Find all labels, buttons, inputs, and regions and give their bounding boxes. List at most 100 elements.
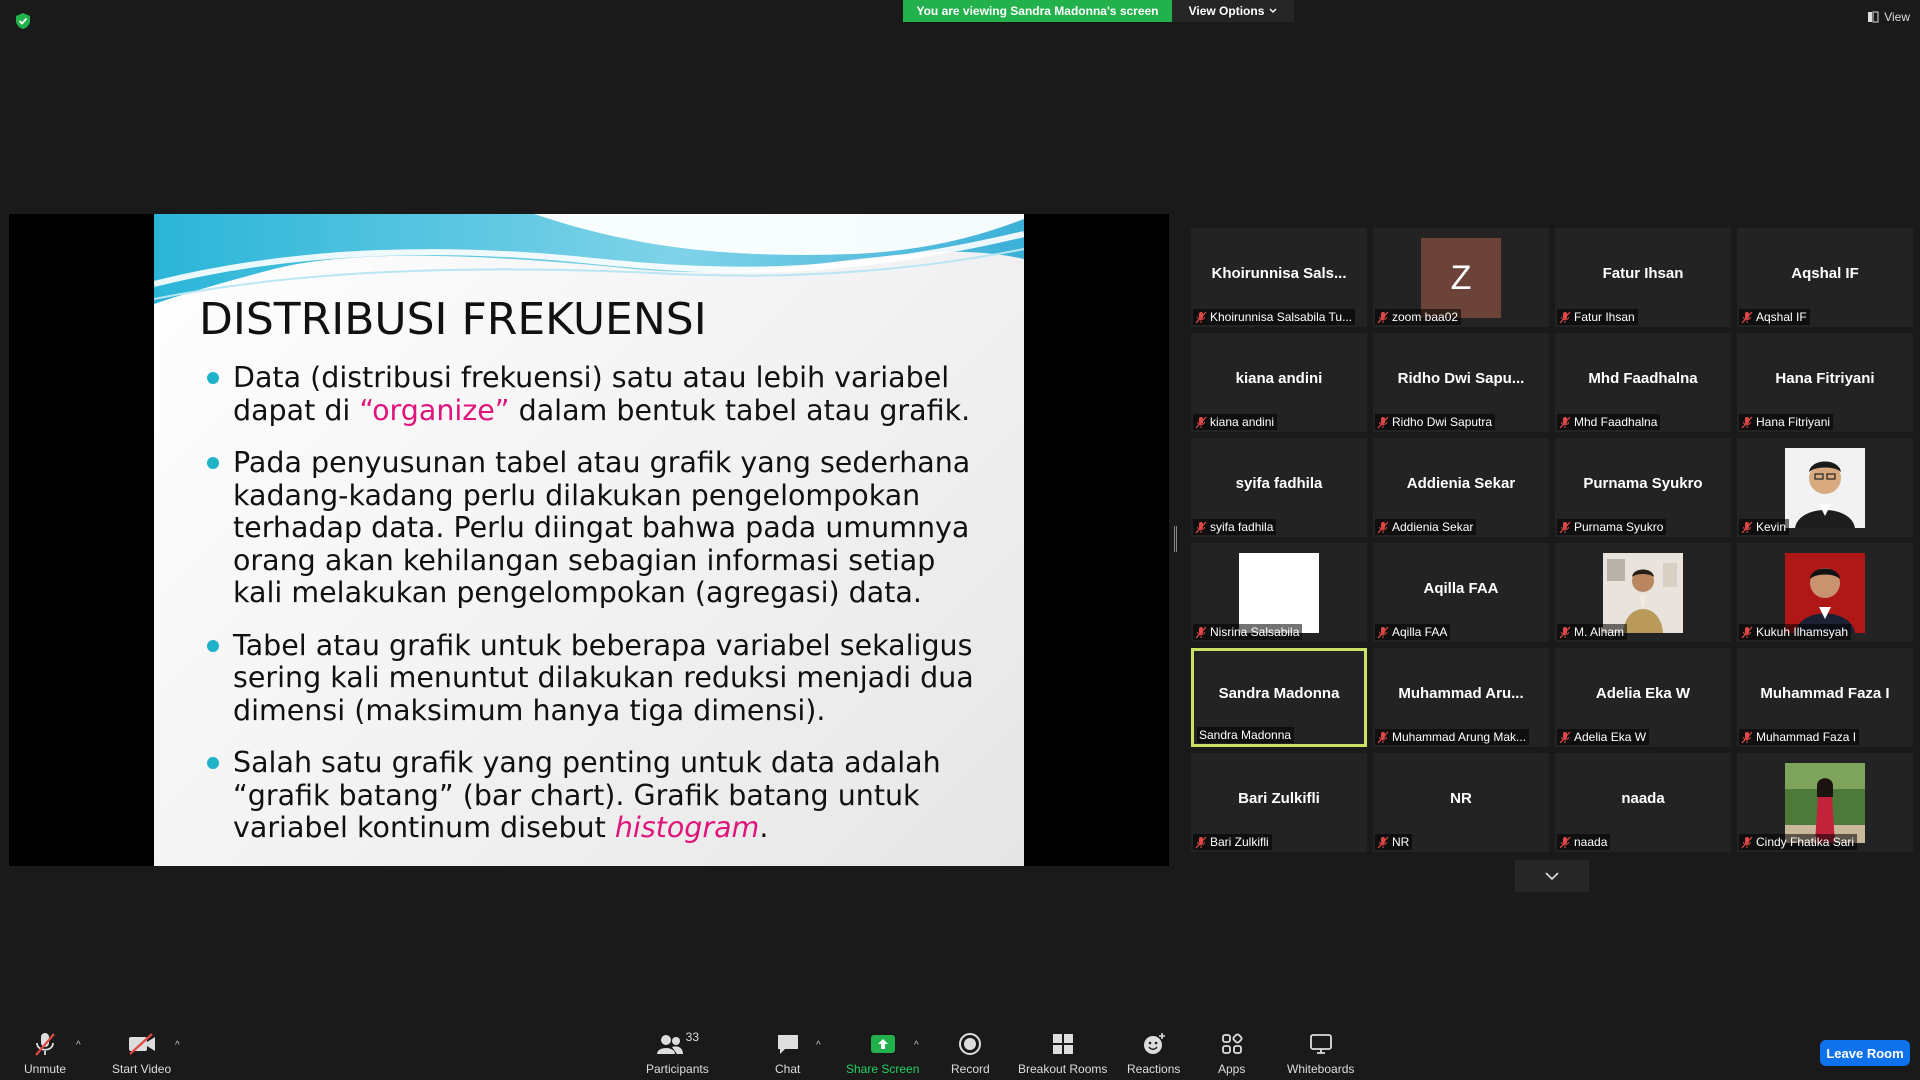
gallery-next-page-button[interactable] — [1515, 860, 1589, 892]
participant-label: Fatur Ihsan — [1557, 309, 1638, 325]
whiteboard-icon — [1309, 1034, 1332, 1054]
participant-tile[interactable]: Aqshal IF Aqshal IF — [1737, 228, 1913, 327]
bullet-dot — [207, 639, 219, 652]
participant-tile[interactable]: M. Alham — [1555, 543, 1731, 642]
participant-tile[interactable]: Muhammad Faza I Muhammad Faza I — [1737, 648, 1913, 747]
participant-tile[interactable]: Cindy Fhatika Sari — [1737, 753, 1913, 852]
record-button[interactable]: Record — [951, 1030, 990, 1076]
mic-muted-icon — [1195, 836, 1207, 848]
participant-display-name: Muhammad Faza I — [1760, 685, 1890, 702]
participant-tile[interactable]: Nisrina Salsabila — [1191, 543, 1367, 642]
chevron-down-icon — [1545, 871, 1559, 880]
whiteboards-button[interactable]: Whiteboards — [1287, 1030, 1354, 1076]
unmute-button[interactable]: Unmute — [24, 1030, 66, 1076]
security-shield-icon[interactable] — [14, 12, 32, 30]
participant-tile[interactable]: Aqilla FAA Aqilla FAA — [1373, 543, 1549, 642]
apps-icon — [1221, 1033, 1243, 1054]
participant-tile[interactable]: Purnama Syukro Purnama Syukro — [1555, 438, 1731, 537]
mic-muted-icon — [1741, 836, 1753, 848]
participant-tile[interactable]: Adelia Eka W Adelia Eka W — [1555, 648, 1731, 747]
participant-display-name: Aqshal IF — [1791, 265, 1859, 282]
grid-view-icon — [1868, 11, 1879, 23]
participant-tile[interactable]: Muhammad Aru... Muhammad Arung Mak... — [1373, 648, 1549, 747]
participant-label: kiana andini — [1193, 414, 1278, 430]
breakout-rooms-button[interactable]: Breakout Rooms — [1018, 1030, 1107, 1076]
participants-icon — [656, 1035, 683, 1054]
participant-tile[interactable]: Bari Zulkifli Bari Zulkifli — [1191, 753, 1367, 852]
participant-label: Aqshal IF — [1739, 309, 1810, 325]
mic-muted-icon — [1559, 836, 1571, 848]
participant-tile[interactable]: Hana Fitriyani Hana Fitriyani — [1737, 333, 1913, 432]
participant-label: Sandra Madonna — [1197, 727, 1295, 743]
participant-tile[interactable]: Kevin — [1737, 438, 1913, 537]
participant-tile[interactable]: Addienia Sekar Addienia Sekar — [1373, 438, 1549, 537]
participant-tile-active-speaker[interactable]: Sandra Madonna Sandra Madonna — [1191, 648, 1367, 747]
participant-label: M. Alham — [1557, 624, 1628, 640]
chat-bubble-icon — [777, 1035, 798, 1054]
participant-label: Purnama Syukro — [1557, 519, 1667, 535]
participant-tile[interactable]: Khoirunnisa Sals... Khoirunnisa Salsabil… — [1191, 228, 1367, 327]
mic-muted-icon — [1377, 731, 1389, 743]
chat-button[interactable]: Chat — [775, 1030, 800, 1076]
mic-muted-icon — [1559, 416, 1571, 428]
participant-tile[interactable]: kiana andini kiana andini — [1191, 333, 1367, 432]
mic-muted-icon — [1377, 521, 1389, 533]
panel-resize-handle[interactable] — [1174, 526, 1177, 552]
view-button[interactable]: View — [1867, 10, 1910, 24]
participant-label: zoom baa02 — [1375, 309, 1462, 325]
video-camera-off-icon — [128, 1033, 155, 1055]
participant-tile[interactable]: syifa fadhila syifa fadhila — [1191, 438, 1367, 537]
mic-muted-icon — [1377, 311, 1389, 323]
mic-muted-icon — [1195, 416, 1207, 428]
participant-label: Adelia Eka W — [1557, 729, 1650, 745]
reactions-button[interactable]: Reactions — [1127, 1030, 1180, 1076]
participant-label: Nisrina Salsabila — [1193, 624, 1303, 640]
start-video-button[interactable]: Start Video — [112, 1030, 171, 1076]
participant-display-name: syifa fadhila — [1235, 475, 1323, 492]
mic-muted-icon — [1559, 731, 1571, 743]
slide-bullets: Data (distribusi frekuensi) satu atau le… — [199, 361, 989, 865]
view-options-button[interactable]: View Options — [1172, 0, 1294, 22]
participant-tile[interactable]: NR NR — [1373, 753, 1549, 852]
participant-display-name: Fatur Ihsan — [1602, 265, 1684, 282]
participant-label: Bari Zulkifli — [1193, 834, 1272, 850]
participant-label: Addienia Sekar — [1375, 519, 1477, 535]
view-options-label: View Options — [1188, 4, 1265, 18]
participant-tile[interactable]: Z zoom baa02 — [1373, 228, 1549, 327]
mic-muted-icon — [1377, 416, 1389, 428]
record-icon — [959, 1033, 982, 1055]
participant-tile[interactable]: Kukuh Ilhamsyah — [1737, 543, 1913, 642]
participant-tile[interactable]: naada naada — [1555, 753, 1731, 852]
participant-display-name: Mhd Faadhalna — [1588, 370, 1698, 387]
participant-label: Aqilla FAA — [1375, 624, 1451, 640]
mic-muted-icon — [1741, 311, 1753, 323]
participant-label: syifa fadhila — [1193, 519, 1277, 535]
participant-tile[interactable]: Fatur Ihsan Fatur Ihsan — [1555, 228, 1731, 327]
participant-display-name: Muhammad Aru... — [1398, 685, 1524, 702]
participants-button[interactable]: 33 Participants — [646, 1030, 709, 1076]
share-screen-button[interactable]: Share Screen — [846, 1030, 919, 1076]
chat-options-caret[interactable]: ^ — [816, 1040, 821, 1051]
participant-tile[interactable]: Mhd Faadhalna Mhd Faadhalna — [1555, 333, 1731, 432]
mic-muted-icon — [1377, 836, 1389, 848]
mic-muted-icon — [1559, 311, 1571, 323]
participant-gallery: Khoirunnisa Sals... Khoirunnisa Salsabil… — [1191, 228, 1913, 852]
participant-label: naada — [1557, 834, 1611, 850]
participant-tile[interactable]: Ridho Dwi Sapu... Ridho Dwi Saputra — [1373, 333, 1549, 432]
audio-options-caret[interactable]: ^ — [76, 1040, 81, 1051]
mic-muted-icon — [1741, 731, 1753, 743]
participant-label: Kevin — [1739, 519, 1790, 535]
leave-room-button[interactable]: Leave Room — [1820, 1040, 1910, 1066]
chevron-down-icon — [1269, 8, 1277, 13]
apps-button[interactable]: Apps — [1218, 1030, 1245, 1076]
presentation-slide: DISTRIBUSI FREKUENSI Data (distribusi fr… — [154, 214, 1024, 866]
meeting-toolbar: Unmute ^ Start Video ^ 33 Participants C… — [0, 1020, 1920, 1080]
share-options-caret[interactable]: ^ — [914, 1040, 919, 1051]
mic-muted-icon — [1195, 311, 1207, 323]
mic-muted-icon — [1741, 416, 1753, 428]
profile-photo — [1785, 553, 1865, 633]
profile-photo — [1603, 553, 1683, 633]
participant-label: Muhammad Faza I — [1739, 729, 1860, 745]
video-options-caret[interactable]: ^ — [175, 1040, 180, 1051]
mic-muted-icon — [1377, 626, 1389, 638]
